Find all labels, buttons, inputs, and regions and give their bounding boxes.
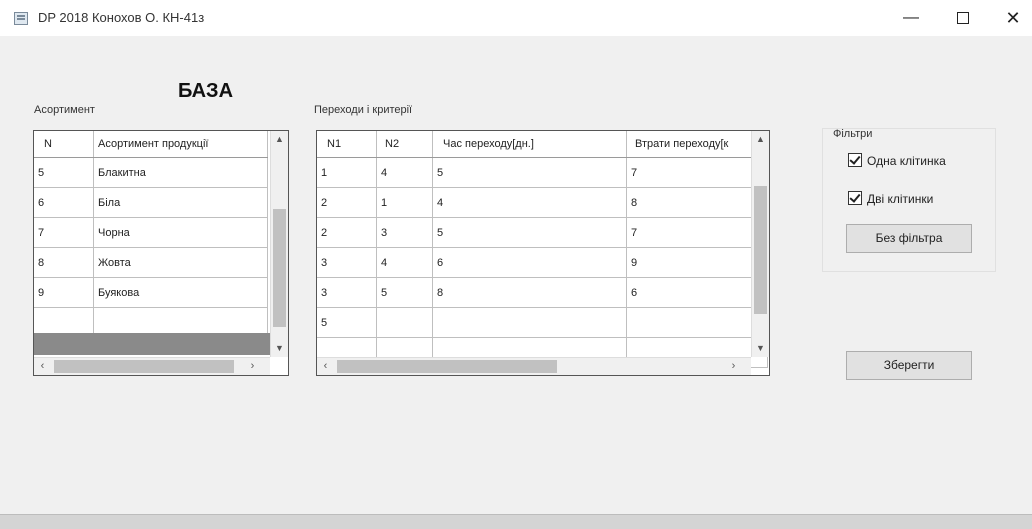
assortment-table: N Асортимент продукції 5 Блакитна 6 Біла 7… xyxy=(34,131,268,338)
vertical-scrollbar[interactable]: ▲ ▼ xyxy=(751,131,769,357)
cell[interactable] xyxy=(626,307,768,338)
assortment-grid[interactable]: N Асортимент продукції 5 Блакитна 6 Біла 7… xyxy=(33,130,289,376)
column-header[interactable]: Асортимент продукції xyxy=(93,131,268,158)
page-title: БАЗА xyxy=(178,80,234,102)
table-row[interactable]: 3469 xyxy=(317,247,768,278)
scroll-up-icon[interactable]: ▲ xyxy=(271,131,288,148)
one-cell-label: Одна клітинка xyxy=(867,154,946,168)
app-icon xyxy=(14,12,28,25)
maximize-button[interactable] xyxy=(940,0,986,36)
table-row[interactable]: 2148 xyxy=(317,187,768,218)
table-row[interactable]: 2357 xyxy=(317,217,768,248)
transitions-label: Переходи і критерії xyxy=(314,104,413,116)
cell[interactable]: 5 xyxy=(432,217,627,248)
cell[interactable]: 8 xyxy=(432,277,627,308)
cell[interactable]: 1 xyxy=(376,187,433,218)
column-header[interactable]: Втрати переходу[к xyxy=(626,131,768,158)
scroll-down-icon[interactable]: ▼ xyxy=(271,340,288,357)
table-row[interactable]: 6 Біла xyxy=(34,187,268,218)
cell[interactable]: 9 xyxy=(626,247,768,278)
scroll-right-icon[interactable]: › xyxy=(244,358,261,375)
status-bar xyxy=(0,514,1032,529)
cell[interactable]: 9 xyxy=(34,277,94,308)
table-row[interactable]: 5 Блакитна xyxy=(34,157,268,188)
cell[interactable]: 6 xyxy=(626,277,768,308)
table-header-row: N Асортимент продукції xyxy=(34,131,268,158)
checkbox-checked-icon[interactable] xyxy=(848,153,862,167)
cell[interactable]: 4 xyxy=(376,157,433,188)
horizontal-scrollbar[interactable]: ‹ › xyxy=(317,357,751,375)
table-row[interactable]: 1457 xyxy=(317,157,768,188)
two-cells-label: Дві клітинки xyxy=(867,192,934,206)
cell[interactable]: 3 xyxy=(317,247,377,278)
no-filter-button[interactable]: Без фільтра xyxy=(846,224,972,253)
scroll-down-icon[interactable]: ▼ xyxy=(752,340,769,357)
cell[interactable]: Чорна xyxy=(93,217,268,248)
cell[interactable]: 3 xyxy=(376,217,433,248)
scroll-thumb[interactable] xyxy=(54,360,234,373)
cell[interactable] xyxy=(376,307,433,338)
checkbox-checked-icon[interactable] xyxy=(848,191,862,205)
filters-label: Фільтри xyxy=(833,128,873,140)
cell[interactable]: Жовта xyxy=(93,247,268,278)
cell[interactable]: 8 xyxy=(34,247,94,278)
cell[interactable]: 2 xyxy=(317,217,377,248)
cell[interactable]: 8 xyxy=(626,187,768,218)
cell[interactable] xyxy=(432,307,627,338)
horizontal-scrollbar[interactable]: ‹ › xyxy=(34,357,270,375)
column-header[interactable]: N xyxy=(34,131,94,158)
cell[interactable]: Блакитна xyxy=(93,157,268,188)
assortment-label: Асортимент xyxy=(34,104,95,116)
table-row[interactable]: 3586 xyxy=(317,277,768,308)
cell[interactable]: 2 xyxy=(317,187,377,218)
cell[interactable]: 5 xyxy=(432,157,627,188)
cell[interactable]: 7 xyxy=(626,217,768,248)
close-button[interactable]: ✕ xyxy=(990,0,1032,36)
cell[interactable]: Біла xyxy=(93,187,268,218)
column-header[interactable]: N1 xyxy=(317,131,377,158)
cell[interactable]: Буякова xyxy=(93,277,268,308)
one-cell-checkbox[interactable]: Одна клітинка xyxy=(848,151,946,168)
table-header-row: N1 N2 Час переходу[дн.] Втрати переходу[… xyxy=(317,131,768,158)
grid-empty-area xyxy=(34,333,270,355)
scroll-left-icon[interactable]: ‹ xyxy=(34,358,51,375)
cell[interactable]: 5 xyxy=(317,307,377,338)
maximize-icon xyxy=(957,11,969,24)
cell[interactable]: 6 xyxy=(34,187,94,218)
scroll-up-icon[interactable]: ▲ xyxy=(752,131,769,148)
cell[interactable]: 4 xyxy=(432,187,627,218)
scroll-thumb[interactable] xyxy=(273,209,286,327)
vertical-scrollbar[interactable]: ▲ ▼ xyxy=(270,131,288,357)
column-header[interactable]: Час переходу[дн.] xyxy=(432,131,627,158)
table-row[interactable]: 5 xyxy=(317,307,768,338)
scroll-right-icon[interactable]: › xyxy=(725,358,742,375)
two-cells-checkbox[interactable]: Дві клітинки xyxy=(848,189,933,206)
cell[interactable]: 7 xyxy=(626,157,768,188)
scroll-thumb[interactable] xyxy=(754,186,767,314)
transitions-table: N1 N2 Час переходу[дн.] Втрати переходу[… xyxy=(317,131,768,368)
scroll-left-icon[interactable]: ‹ xyxy=(317,358,334,375)
save-button[interactable]: Зберегти xyxy=(846,351,972,380)
table-row[interactable]: 8 Жовта xyxy=(34,247,268,278)
transitions-grid[interactable]: N1 N2 Час переходу[дн.] Втрати переходу[… xyxy=(316,130,770,376)
cell[interactable]: 4 xyxy=(376,247,433,278)
cell[interactable]: 1 xyxy=(317,157,377,188)
cell[interactable]: 3 xyxy=(317,277,377,308)
title-bar: DP 2018 Конохов О. КН-41з — ✕ xyxy=(0,0,1032,36)
window-title: DP 2018 Конохов О. КН-41з xyxy=(38,10,205,25)
scroll-thumb[interactable] xyxy=(337,360,557,373)
cell[interactable]: 6 xyxy=(432,247,627,278)
minimize-button[interactable]: — xyxy=(888,0,934,36)
column-header[interactable]: N2 xyxy=(376,131,433,158)
table-row[interactable]: 7 Чорна xyxy=(34,217,268,248)
cell[interactable]: 5 xyxy=(34,157,94,188)
cell[interactable]: 7 xyxy=(34,217,94,248)
table-row[interactable]: 9 Буякова xyxy=(34,277,268,308)
cell[interactable]: 5 xyxy=(376,277,433,308)
